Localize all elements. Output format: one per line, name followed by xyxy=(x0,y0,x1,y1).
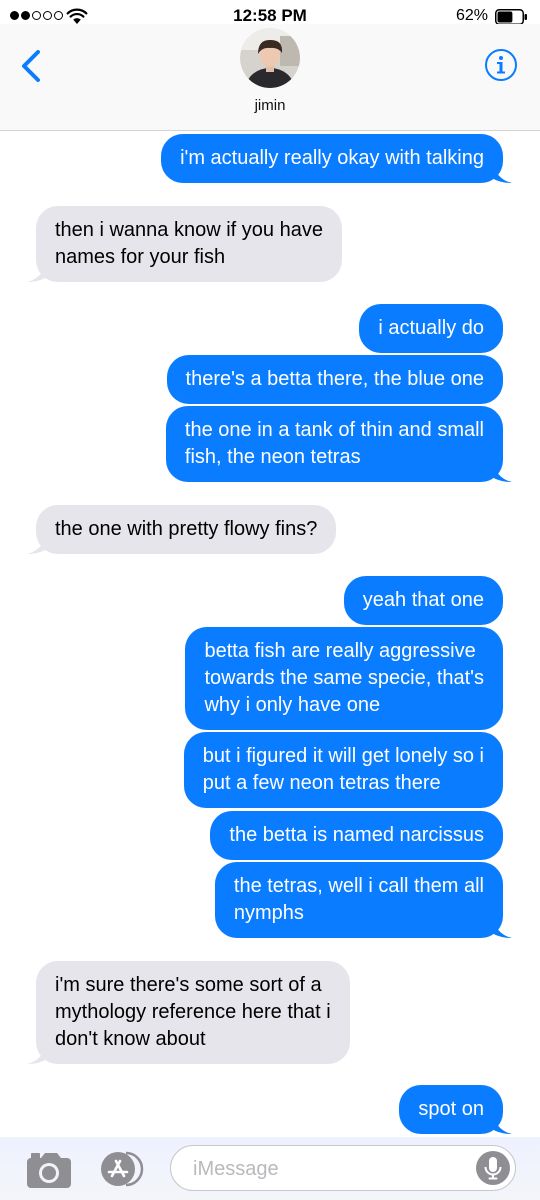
sent-message-bubble[interactable]: there's a betta there, the blue one xyxy=(166,355,503,404)
message-text-line: there's a betta there, the blue one xyxy=(185,368,484,390)
sent-message-bubble[interactable]: the betta is named narcissus xyxy=(210,811,503,860)
app-store-button[interactable] xyxy=(96,1149,146,1189)
message-thread[interactable]: i'm actually really okay with talking the… xyxy=(0,131,540,1137)
sent-message-bubble[interactable]: i'm actually really okay with talking xyxy=(161,134,512,183)
message-text-line: then i wanna know if you have xyxy=(55,219,323,241)
imessage-input[interactable] xyxy=(191,1154,455,1184)
camera-button[interactable] xyxy=(26,1151,72,1189)
message-text-line: nymphs xyxy=(233,902,304,924)
message-text-line: betta fish are really aggressive xyxy=(204,640,476,662)
sent-message-bubble[interactable]: the one in a tank of thin and small fish,… xyxy=(165,406,512,482)
bubble-tail xyxy=(492,1114,512,1134)
bubble-tail xyxy=(27,1044,47,1064)
compose-bar xyxy=(0,1137,540,1200)
message-text-line: i actually do xyxy=(378,317,484,339)
avatar[interactable] xyxy=(240,28,300,88)
chevron-left-icon xyxy=(22,50,40,82)
message-text-line: i'm sure there's some sort of a xyxy=(55,974,322,996)
message-text-line: but i figured it will get lonely so i xyxy=(202,745,484,767)
message-text-line: names for your fish xyxy=(55,246,226,268)
info-button[interactable] xyxy=(484,48,518,82)
bubble-tail xyxy=(492,462,512,482)
sent-message-bubble[interactable]: but i figured it will get lonely so i put… xyxy=(183,732,503,808)
info-icon xyxy=(485,49,517,81)
message-text-line: fish, the neon tetras xyxy=(184,446,361,468)
message-text-line: the betta is named narcissus xyxy=(229,824,484,846)
received-message-bubble[interactable]: the one with pretty flowy fins? xyxy=(27,505,337,554)
message-text-line: the one with pretty flowy fins? xyxy=(55,518,318,540)
bubble-tail xyxy=(492,163,512,183)
message-text-line: yeah that one xyxy=(362,589,484,611)
sent-message-bubble[interactable]: spot on xyxy=(399,1085,512,1134)
message-text-line: don't know about xyxy=(55,1028,206,1050)
conversation-header: jimin xyxy=(0,24,540,131)
app-store-icon xyxy=(101,1151,144,1187)
message-text-line: mythology reference here that i xyxy=(55,1001,331,1023)
message-text-line: towards the same specie, that's xyxy=(204,667,484,689)
sent-message-bubble[interactable]: betta fish are really aggressive towards … xyxy=(185,627,503,730)
sent-message-bubble[interactable]: i actually do xyxy=(359,304,503,353)
contact-name[interactable]: jimin xyxy=(0,97,540,114)
message-text-line: put a few neon tetras there xyxy=(202,772,441,794)
battery-icon xyxy=(495,9,527,25)
message-text-line: the one in a tank of thin and small xyxy=(184,419,484,441)
received-message-bubble[interactable]: then i wanna know if you have names for y… xyxy=(27,206,342,282)
battery-percent: 62% xyxy=(455,7,488,24)
dictation-button[interactable] xyxy=(475,1150,511,1186)
sent-message-bubble[interactable]: the tetras, well i call them all nymphs xyxy=(214,862,512,938)
message-text-line: why i only have one xyxy=(204,694,381,716)
bubble-tail xyxy=(492,918,512,938)
sent-message-bubble[interactable]: yeah that one xyxy=(343,576,503,625)
bubble-tail xyxy=(27,534,47,554)
message-field xyxy=(170,1145,516,1191)
camera-icon xyxy=(27,1153,71,1188)
message-text-line: i'm actually really okay with talking xyxy=(180,147,484,169)
received-message-bubble[interactable]: i'm sure there's some sort of a mythology… xyxy=(27,961,350,1064)
message-text-line: spot on xyxy=(418,1098,484,1120)
back-button[interactable] xyxy=(16,46,46,86)
message-text-line: the tetras, well i call them all xyxy=(233,875,484,897)
bubble-tail xyxy=(27,262,47,282)
